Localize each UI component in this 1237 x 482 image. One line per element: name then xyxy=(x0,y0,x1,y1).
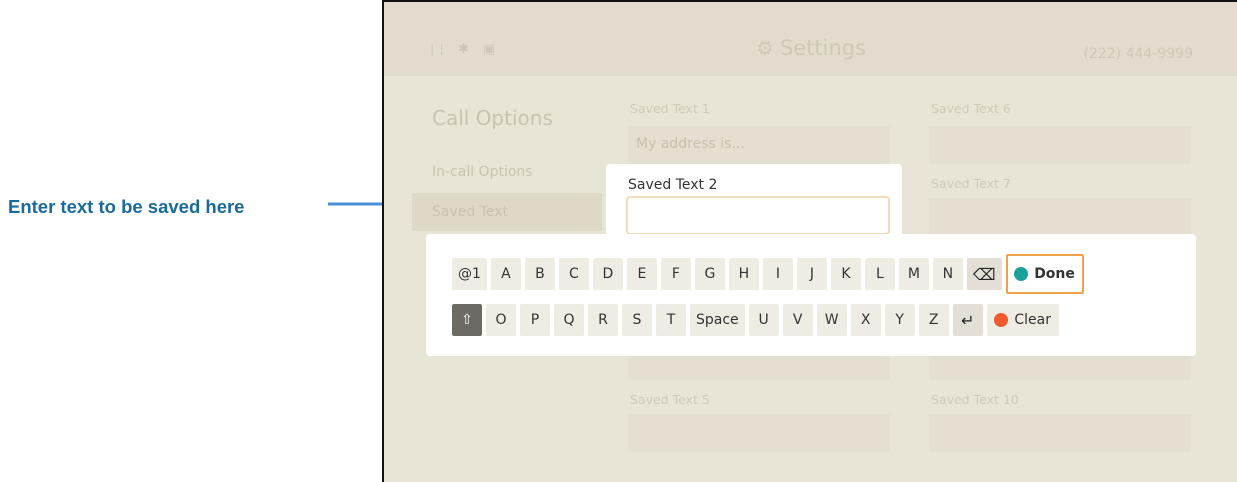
done-button[interactable]: Done xyxy=(1005,254,1084,294)
shift-icon[interactable]: ⇧ xyxy=(452,304,482,336)
key-l[interactable]: L xyxy=(864,258,895,290)
sidebar-item-in-call-options[interactable]: In-call Options xyxy=(432,164,533,180)
key-z[interactable]: Z xyxy=(918,304,949,336)
key-d[interactable]: D xyxy=(592,258,623,290)
top-bar: ¦¦ ✱ ▣ ⚙ Settings (222) 444-9999 xyxy=(384,2,1237,76)
saved-text-2-label: Saved Text 2 xyxy=(628,177,718,193)
saved-text-6-label: Saved Text 6 xyxy=(931,101,1011,116)
key-w[interactable]: W xyxy=(816,304,847,336)
device-screen: ¦¦ ✱ ▣ ⚙ Settings (222) 444-9999 Call Opt… xyxy=(382,0,1237,482)
saved-text-7-label: Saved Text 7 xyxy=(931,176,1011,191)
saved-text-1-value: My address is... xyxy=(636,136,745,152)
saved-text-9-field[interactable] xyxy=(929,354,1191,380)
key-g[interactable]: G xyxy=(694,258,725,290)
key-space[interactable]: Space xyxy=(690,304,745,336)
saved-text-7-field[interactable] xyxy=(929,198,1191,236)
backspace-icon[interactable]: ⌫ xyxy=(966,258,1002,290)
key-t[interactable]: T xyxy=(656,304,686,336)
saved-text-10-label: Saved Text 10 xyxy=(931,392,1019,407)
saved-text-5-field[interactable] xyxy=(628,414,890,452)
clear-dot-icon xyxy=(994,313,1009,327)
key-q[interactable]: Q xyxy=(554,304,584,336)
key-s[interactable]: S xyxy=(622,304,652,336)
saved-text-6-field[interactable] xyxy=(929,126,1191,164)
annotation-callout: Enter text to be saved here xyxy=(8,196,245,217)
done-dot-icon xyxy=(1014,267,1029,281)
keyboard-row-2: ⇧ O P Q R S T Space U V W X Y Z ↵ Clear xyxy=(452,304,1059,336)
on-screen-keyboard: @1 A B C D E F G H I J K L M N ⌫ Done ⇧ O P Q R S T Space U V W X Y Z… xyxy=(426,234,1196,356)
key-r[interactable]: R xyxy=(588,304,618,336)
done-label: Done xyxy=(1034,266,1075,282)
key-i[interactable]: I xyxy=(762,258,793,290)
saved-text-1-label: Saved Text 1 xyxy=(630,101,710,116)
settings-title-text: Settings xyxy=(779,36,867,60)
page-title: ⚙ Settings xyxy=(756,36,866,60)
key-j[interactable]: J xyxy=(796,258,827,290)
saved-text-4-field[interactable] xyxy=(628,354,890,380)
sidebar-item-saved-text[interactable]: Saved Text xyxy=(432,204,508,220)
saved-text-5-label: Saved Text 5 xyxy=(630,392,710,407)
status-icons: ¦¦ ✱ ▣ xyxy=(430,42,501,57)
key-u[interactable]: U xyxy=(748,304,779,336)
key-h[interactable]: H xyxy=(728,258,759,290)
key-n[interactable]: N xyxy=(932,258,963,290)
sidebar-title: Call Options xyxy=(432,106,553,130)
saved-text-2-popup: Saved Text 2 xyxy=(606,164,902,240)
clear-button[interactable]: Clear xyxy=(986,304,1059,336)
gear-icon: ⚙ xyxy=(756,36,774,60)
key-c[interactable]: C xyxy=(558,258,589,290)
key-1[interactable]: @1 xyxy=(452,258,487,290)
key-b[interactable]: B xyxy=(524,258,555,290)
key-e[interactable]: E xyxy=(626,258,657,290)
phone-number: (222) 444-9999 xyxy=(1083,46,1194,62)
key-o[interactable]: O xyxy=(486,304,516,336)
key-x[interactable]: X xyxy=(850,304,881,336)
key-v[interactable]: V xyxy=(782,304,813,336)
keyboard-row-1: @1 A B C D E F G H I J K L M N ⌫ Done xyxy=(452,254,1084,294)
key-m[interactable]: M xyxy=(898,258,929,290)
key-f[interactable]: F xyxy=(660,258,691,290)
clear-label: Clear xyxy=(1014,312,1051,328)
saved-text-10-field[interactable] xyxy=(929,414,1191,452)
key-y[interactable]: Y xyxy=(884,304,915,336)
saved-text-2-input[interactable] xyxy=(626,196,890,235)
enter-icon[interactable]: ↵ xyxy=(952,304,983,336)
key-k[interactable]: K xyxy=(830,258,861,290)
key-p[interactable]: P xyxy=(520,304,550,336)
saved-text-1-field[interactable]: My address is... xyxy=(628,126,890,164)
key-a[interactable]: A xyxy=(490,258,521,290)
